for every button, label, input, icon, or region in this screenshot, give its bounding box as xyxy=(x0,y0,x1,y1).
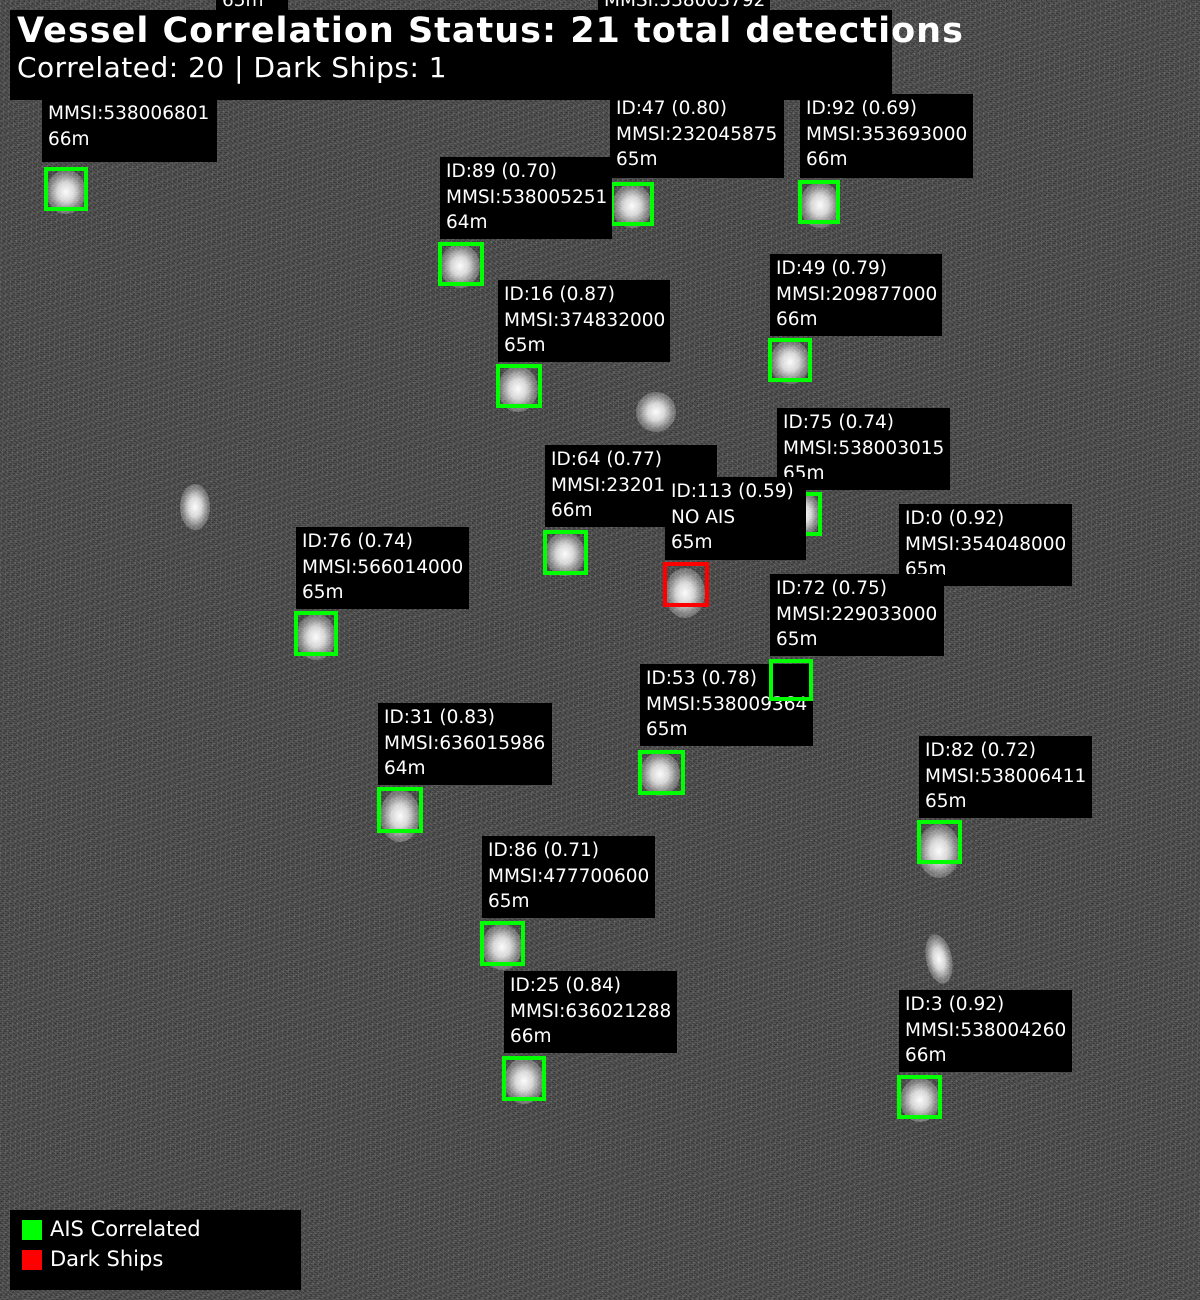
detection-mmsi: MMSI:229033000 xyxy=(776,603,938,625)
detection-box-correlated[interactable] xyxy=(768,338,812,382)
detection-mmsi: MMSI:566014000 xyxy=(302,556,464,578)
detection-id: ID:89 (0.70) xyxy=(446,161,557,182)
status-header: Vessel Correlation Status: 21 total dete… xyxy=(10,10,963,100)
detection-label: ID:25 (0.84) MMSI:636021288 66m xyxy=(504,971,677,1053)
detection-id: ID:64 (0.77) xyxy=(551,449,662,470)
dark-ship-label: ID:113 (0.59) NO AIS 65m xyxy=(665,477,806,560)
detection-box-correlated[interactable] xyxy=(638,750,685,795)
legend-correlated-label: AIS Correlated xyxy=(50,1217,201,1241)
detection-label: MMSI:538006801 66m xyxy=(42,100,217,162)
detection-box-correlated[interactable] xyxy=(769,659,813,701)
detection-mmsi: MMSI:538006801 xyxy=(48,103,210,124)
detection-box-correlated[interactable] xyxy=(610,182,654,226)
detection-mmsi: MMSI:209877000 xyxy=(776,283,938,305)
detection-label: ID:31 (0.83) MMSI:636015986 64m xyxy=(378,703,552,785)
detection-mmsi: MMSI:354048000 xyxy=(905,533,1067,555)
detection-mmsi: MMSI:636021288 xyxy=(510,1000,672,1022)
detection-size: 64m xyxy=(446,212,488,233)
detection-mmsi: MMSI:374832000 xyxy=(504,309,666,331)
detection-size: 65m xyxy=(783,463,825,484)
detection-id: ID:76 (0.74) xyxy=(302,531,413,552)
detection-size: 66m xyxy=(905,1045,947,1066)
detection-size: 65m xyxy=(488,891,530,912)
detection-label: ID:89 (0.70) MMSI:538005251 64m xyxy=(440,157,612,239)
sar-image-scene: 65m MMSI:538003792 MMSI:538006801 66m ID… xyxy=(0,0,1200,1300)
detection-label: ID:76 (0.74) MMSI:566014000 65m xyxy=(296,527,469,609)
detection-size: 66m xyxy=(48,128,90,150)
detection-mmsi: MMSI:636015986 xyxy=(384,732,546,754)
detection-mmsi: MMSI:538003015 xyxy=(783,437,945,459)
detection-id: ID:3 (0.92) xyxy=(905,994,1005,1015)
detection-id: ID:86 (0.71) xyxy=(488,840,599,861)
detection-id: ID:25 (0.84) xyxy=(510,975,621,996)
detection-mmsi: MMSI:232045875 xyxy=(616,123,778,145)
unlabeled-return xyxy=(636,392,676,432)
detection-box-correlated[interactable] xyxy=(438,242,484,286)
detection-mmsi: MMSI:477700600 xyxy=(488,865,650,887)
detection-label: ID:92 (0.69) MMSI:353693000 66m xyxy=(800,94,973,178)
detection-label: ID:3 (0.92) MMSI:538004260 66m xyxy=(899,990,1072,1072)
detection-id: ID:49 (0.79) xyxy=(776,258,887,279)
detection-box-correlated[interactable] xyxy=(294,611,338,656)
detection-mmsi: MMSI:538004260 xyxy=(905,1019,1067,1041)
detection-label: ID:49 (0.79) MMSI:209877000 66m xyxy=(770,254,942,336)
unlabeled-return xyxy=(180,484,210,530)
detection-label: ID:72 (0.75) MMSI:229033000 65m xyxy=(770,574,944,656)
legend-correlated-swatch xyxy=(22,1220,42,1240)
detection-mmsi: MMSI:538006411 xyxy=(925,765,1087,787)
detection-mmsi: NO AIS xyxy=(671,506,736,528)
detection-size: 65m xyxy=(776,629,818,650)
detection-id: ID:82 (0.72) xyxy=(925,740,1036,761)
detection-size: 65m xyxy=(646,719,688,740)
detection-box-correlated[interactable] xyxy=(496,364,542,408)
detection-size: 66m xyxy=(510,1026,552,1047)
detection-box-dark[interactable] xyxy=(663,562,709,607)
legend-dark-label: Dark Ships xyxy=(50,1247,164,1271)
detection-size: 66m xyxy=(806,149,848,170)
detection-box-correlated[interactable] xyxy=(44,167,88,211)
detection-box-correlated[interactable] xyxy=(798,180,840,224)
detection-id: ID:16 (0.87) xyxy=(504,284,615,305)
legend: AIS Correlated Dark Ships xyxy=(10,1210,301,1290)
detection-mmsi: MMSI:538005251 xyxy=(446,186,608,208)
detection-label: ID:82 (0.72) MMSI:538006411 65m xyxy=(919,736,1092,818)
detection-label: ID:16 (0.87) MMSI:374832000 65m xyxy=(498,280,670,362)
detection-id: ID:75 (0.74) xyxy=(783,412,894,433)
detection-box-correlated[interactable] xyxy=(377,787,423,833)
status-title: Vessel Correlation Status: 21 total dete… xyxy=(17,11,964,51)
detection-box-correlated[interactable] xyxy=(897,1075,942,1119)
detection-size: 65m xyxy=(616,149,658,170)
detection-box-correlated[interactable] xyxy=(480,921,525,966)
detection-size: 66m xyxy=(776,309,818,330)
status-subtitle: Correlated: 20 | Dark Ships: 1 xyxy=(17,51,448,84)
detection-box-correlated[interactable] xyxy=(543,530,588,575)
detection-size: 65m xyxy=(504,335,546,356)
detection-label: ID:47 (0.80) MMSI:232045875 65m xyxy=(610,94,784,178)
legend-dark-swatch xyxy=(22,1250,42,1270)
detection-size: 65m xyxy=(302,582,344,603)
detection-size: 65m xyxy=(671,532,713,553)
unlabeled-return xyxy=(921,931,957,987)
detection-id: ID:72 (0.75) xyxy=(776,578,887,599)
detection-size: 65m xyxy=(925,791,967,812)
detection-box-correlated[interactable] xyxy=(917,820,962,864)
detection-size: 64m xyxy=(384,758,426,779)
detection-id: ID:31 (0.83) xyxy=(384,707,495,728)
detection-box-correlated[interactable] xyxy=(502,1056,546,1101)
detection-mmsi: MMSI:353693000 xyxy=(806,123,968,145)
detection-id: ID:113 (0.59) xyxy=(671,481,794,502)
detection-label: ID:86 (0.71) MMSI:477700600 65m xyxy=(482,836,655,918)
detection-id: ID:0 (0.92) xyxy=(905,508,1005,529)
